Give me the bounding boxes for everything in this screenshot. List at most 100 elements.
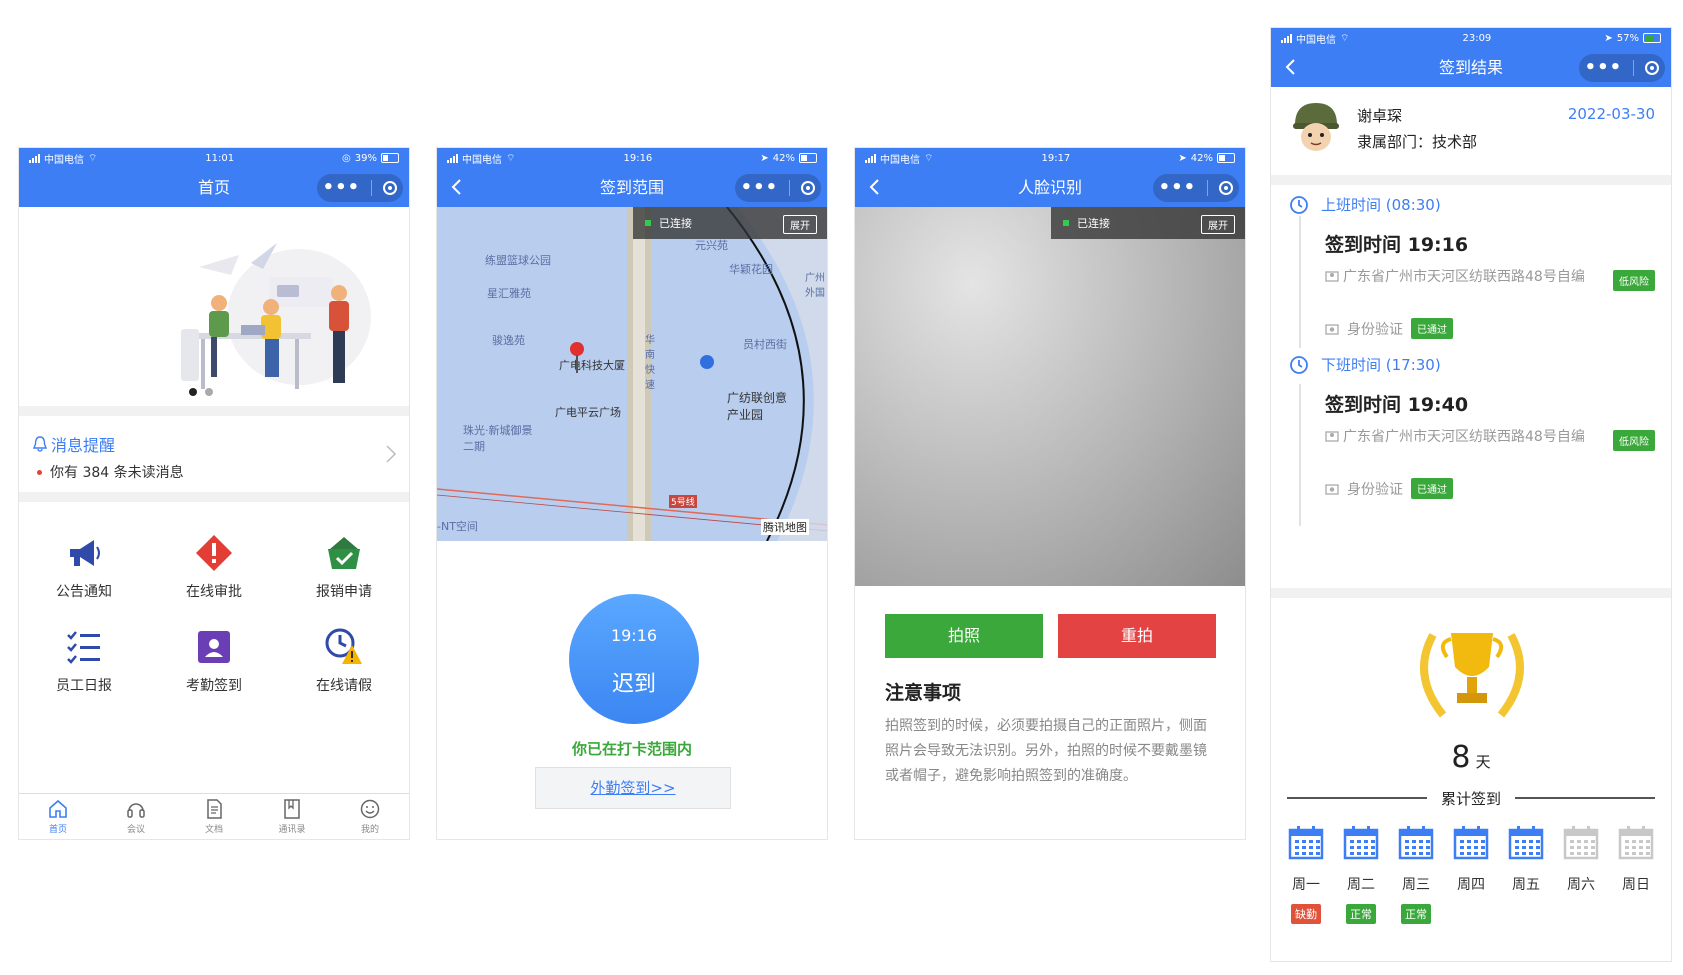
wifi-icon: ⌔	[88, 152, 98, 164]
location-arrow-icon: ➤	[1178, 152, 1187, 164]
days-count: 8 天	[1271, 740, 1671, 775]
user-name: 谢卓琛	[1357, 107, 1403, 125]
map-marker-icon	[1325, 271, 1339, 282]
on-duty-checkin-time: 签到时间 19:16	[1325, 234, 1469, 256]
unread-count-text: 你有 384 条未读消息	[50, 465, 184, 481]
tab-meeting[interactable]: 会议	[97, 794, 175, 839]
tab-mine[interactable]: 我的	[331, 794, 409, 839]
status-bar: 中国电信 ⌔ 11:01 ◎ 39%	[19, 148, 409, 168]
connection-banner: 已连接 展开	[633, 207, 827, 239]
week-day-label: 周二	[1347, 877, 1375, 893]
bookmark-icon	[284, 799, 300, 819]
cumulative-divider: 累计签到	[1287, 788, 1656, 808]
more-menu-icon[interactable]: •••	[323, 179, 361, 197]
identity-verify-label: 身份验证	[1347, 321, 1403, 338]
tab-documents[interactable]: 文档	[175, 794, 253, 839]
battery-text: 57%	[1616, 32, 1639, 44]
calendar-icon	[1343, 826, 1379, 860]
mini-program-capsule: •••	[317, 174, 403, 202]
chevron-right-icon	[386, 445, 397, 463]
grid-item-label: 考勤签到	[186, 678, 242, 694]
battery-text: 39%	[354, 152, 377, 164]
map-marker-icon	[1325, 431, 1339, 442]
tab-label: 文档	[204, 825, 223, 835]
map-label: 珠光·新城御景二期	[463, 424, 533, 453]
days-number: 8	[1451, 740, 1471, 775]
attendance-status-badge: 缺勤	[1291, 904, 1321, 924]
grid-item-label: 员工日报	[56, 678, 112, 694]
camera-preview[interactable]: 已连接 展开	[855, 207, 1245, 586]
trophy-icon	[1420, 633, 1524, 718]
tab-home[interactable]: 首页	[19, 794, 97, 839]
grid-item-attendance[interactable]: 考勤签到	[149, 627, 279, 695]
take-photo-button[interactable]: 拍照	[885, 614, 1043, 658]
close-target-icon[interactable]	[1645, 61, 1660, 75]
week-day: 周二 正常	[1336, 824, 1386, 924]
basket-check-icon	[328, 537, 360, 569]
location-text: 广东省广州市天河区纺联西路48号自编	[1343, 269, 1585, 285]
checklist-icon	[67, 631, 100, 664]
banner-illustration[interactable]	[19, 207, 409, 407]
more-menu-icon[interactable]: •••	[1585, 59, 1623, 77]
attendance-status-badge: 正常	[1346, 904, 1376, 924]
identity-verify-label: 身份验证	[1347, 481, 1403, 498]
map-label: 广电平云广场	[555, 406, 621, 419]
close-target-icon[interactable]	[383, 181, 398, 195]
off-duty-checkin-time: 签到时间 19:40	[1325, 394, 1469, 416]
expand-button[interactable]: 展开	[783, 215, 817, 234]
tab-contacts[interactable]: 通讯录	[253, 794, 331, 839]
grid-item-label: 在线请假	[316, 678, 372, 694]
location-arrow-icon: ➤	[1604, 32, 1613, 44]
grid-item-approval[interactable]: 在线审批	[149, 533, 279, 601]
grid-item-leave[interactable]: 在线请假	[279, 627, 409, 695]
nav-bar: 签到范围 •••	[437, 168, 827, 207]
on-duty-location: 广东省广州市天河区纺联西路48号自编	[1325, 266, 1585, 288]
document-icon	[207, 799, 222, 819]
map-label: 广州外国	[805, 273, 825, 299]
close-target-icon[interactable]	[1219, 181, 1234, 195]
close-target-icon[interactable]	[801, 181, 816, 195]
bell-icon	[33, 436, 47, 452]
camera-icon	[1325, 483, 1339, 495]
badge-user-icon	[198, 631, 230, 663]
clock-icon	[1290, 195, 1308, 214]
map-label: 广纺联创意产业园	[727, 391, 788, 422]
map-label: 华南快速	[645, 335, 655, 391]
clock-text: 23:09	[1462, 32, 1492, 44]
map-label: 元兴苑	[695, 239, 728, 252]
more-menu-icon[interactable]: •••	[741, 179, 779, 197]
more-menu-icon[interactable]: •••	[1159, 179, 1197, 197]
wifi-icon: ⌔	[924, 152, 934, 164]
expand-button[interactable]: 展开	[1201, 215, 1235, 234]
smile-icon	[360, 799, 380, 819]
field-checkin-button[interactable]: 外勤签到>>	[535, 767, 731, 809]
camera-icon	[1325, 323, 1339, 335]
risk-badge: 低风险	[1613, 270, 1655, 291]
function-grid: 公告通知 在线审批 报销申请 员工日报 考勤签到 在线请假	[19, 503, 409, 743]
tencent-map-logo: 腾讯地图	[761, 519, 809, 535]
calendar-icon	[1453, 826, 1489, 860]
notice-title: 消息提醒	[51, 436, 116, 455]
lock-rotation-icon: ◎	[342, 152, 351, 164]
grid-item-reimbursement[interactable]: 报销申请	[279, 533, 409, 601]
grid-item-daily-report[interactable]: 员工日报	[19, 627, 149, 695]
battery-icon	[798, 153, 817, 163]
map-view[interactable]: 已连接 展开 练盟篮球公园 星汇雅苑 骏逸苑 广电科技大厦 广电平云广场 珠光·…	[437, 207, 827, 541]
connected-dot-icon	[645, 220, 651, 226]
battery-icon	[1642, 33, 1661, 43]
message-reminder[interactable]: 消息提醒 你有 384 条未读消息	[19, 416, 409, 492]
retake-button[interactable]: 重拍	[1058, 614, 1216, 658]
off-duty-location: 广东省广州市天河区纺联西路48号自编	[1325, 426, 1585, 448]
avatar	[1293, 103, 1339, 151]
grid-item-announcement[interactable]: 公告通知	[19, 533, 149, 601]
calendar-icon	[1288, 826, 1324, 860]
notes-body: 拍照签到的时候，必须要拍摄自己的正面照片，侧面照片会导致无法识别。另外，拍照的时…	[885, 718, 1207, 784]
week-day: 周一 缺勤	[1281, 824, 1331, 924]
checkin-timeline: 上班时间 (08:30) 签到时间 19:16 广东省广州市天河区纺联西路48号…	[1271, 188, 1671, 586]
megaphone-icon	[70, 540, 100, 566]
status-bar: 中国电信 ⌔ 19:16 ➤ 42%	[437, 148, 827, 168]
checkin-clock-button[interactable]: 19:16 迟到	[569, 594, 699, 724]
week-day-label: 周一	[1292, 877, 1320, 893]
tab-label: 我的	[360, 825, 379, 835]
tab-label: 会议	[126, 825, 145, 835]
